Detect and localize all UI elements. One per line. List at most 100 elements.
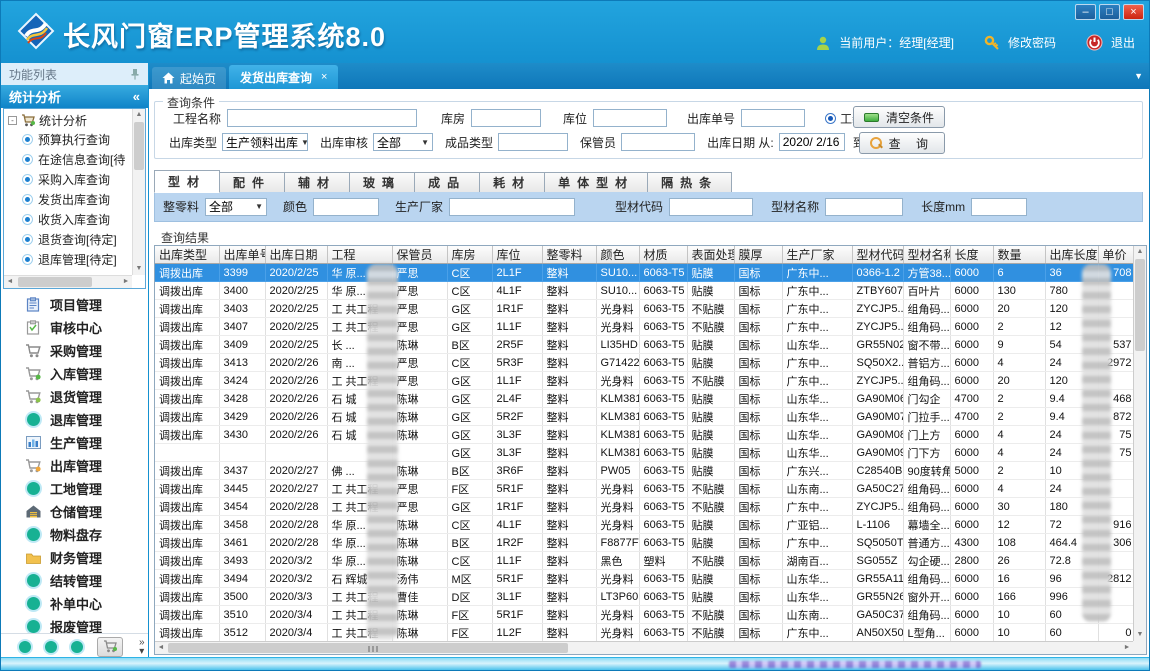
scroll-up-icon[interactable]: ▲ [133,109,145,121]
tab-home[interactable]: 起始页 [152,67,226,89]
column-header[interactable]: 整零料 [542,246,596,264]
collapse-icon[interactable]: « [133,89,140,104]
table-row[interactable]: 调拨出库34072020/2/25工 共工程严思G区1L1F整料光身料6063-… [155,318,1147,336]
column-header[interactable]: 材质 [639,246,687,264]
material-tab-6[interactable]: 耗材 [480,172,545,193]
tree-vertical-scrollbar[interactable]: ▲ ▼ [132,109,145,275]
sidebar-item-dot[interactable]: 补单中心 [1,592,148,615]
tree-root[interactable]: - 统计分析 [8,111,132,129]
sidebar-item-dot[interactable]: 物料盘存 [1,523,148,546]
table-row[interactable]: 调拨出库34542020/2/28工 共工程严思G区1R1F整料光身料6063-… [155,498,1147,516]
room-input[interactable] [471,109,541,127]
table-row[interactable]: 调拨出库34582020/2/28华 原...陈琳C区4L1F整料光身料6063… [155,516,1147,534]
column-header[interactable]: 保管员 [392,246,447,264]
sidebar-item-cart[interactable]: 采购管理 [1,339,148,362]
tree-horizontal-scrollbar[interactable]: ◄ ► [4,275,132,288]
table-row[interactable]: 调拨出库34612020/2/28华 原...陈琳B区1R2F整料F8877FT… [155,534,1147,552]
scroll-left-icon[interactable]: ◄ [155,642,167,654]
material-tab-7[interactable]: 单体型材 [545,172,648,193]
tree-item[interactable]: 发货出库查询 [8,189,132,209]
material-tab-8[interactable]: 隔热条 [648,172,732,193]
sidebar-item-folder[interactable]: 财务管理 [1,546,148,569]
table-row[interactable]: 调拨出库34292020/2/26石 城陈琳G区5R2F整料KLM3817606… [155,408,1147,426]
tab-overflow-icon[interactable]: ▼ [1134,71,1143,81]
outbound-no-input[interactable] [741,109,805,127]
table-row[interactable]: 调拨出库34932020/3/2华 原...陈琳C区1L1F整料黑色塑料不贴膜国… [155,552,1147,570]
menu-overflow-chevron[interactable]: »▾ [139,638,145,656]
sidebar-item-cart-in[interactable]: 入库管理 [1,362,148,385]
table-row[interactable]: 调拨出库34942020/3/2石 辉城汤伟M区5R1F整料光身料6063-T5… [155,570,1147,588]
scroll-thumb[interactable] [134,122,144,170]
table-row[interactable]: 调拨出库35002020/3/3工 共工程曹佳D区3L1F整料LT3P60606… [155,588,1147,606]
table-row[interactable]: 调拨出库34242020/2/26工 共工程严思G区1L1F整料光身料6063-… [155,372,1147,390]
sidebar-item-cart-out[interactable]: 出库管理 [1,454,148,477]
sidebar-item-house[interactable]: 仓储管理 [1,500,148,523]
scroll-thumb[interactable] [18,277,92,287]
scroll-down-icon[interactable]: ▼ [1134,629,1146,641]
tab-close-icon[interactable]: × [321,71,327,83]
clear-conditions-button[interactable]: 清空条件 [853,106,945,128]
tree-item[interactable]: 收货入库查询 [8,209,132,229]
profile-code-input[interactable] [669,198,753,216]
module-dot-icon[interactable] [45,641,57,653]
cart-tool-button[interactable] [97,637,123,657]
scroll-thumb[interactable] [1135,259,1145,351]
column-header[interactable]: 表面处理 [687,246,734,264]
column-header[interactable]: 出库类型 [155,246,219,264]
column-header[interactable]: 库房 [447,246,492,264]
tree-item[interactable]: 预算执行查询 [8,129,132,149]
material-tab-3[interactable]: 辅材 [285,172,350,193]
length-input[interactable] [971,198,1027,216]
whole-part-select[interactable]: 全部▼ [205,198,267,216]
date-from-picker[interactable]: 2020/ 2/16▼ [779,133,845,151]
table-row[interactable]: 调拨出库34092020/2/25长 ...陈琳B区2R5F整料LI35HD60… [155,336,1147,354]
table-vertical-scrollbar[interactable]: ▲ ▼ [1133,246,1146,641]
column-header[interactable]: 型材代码 [852,246,903,264]
tree-item[interactable]: 退货查询[待定] [8,229,132,249]
keeper-input[interactable] [621,133,695,151]
sidebar-item-clipboard2[interactable]: 审核中心 [1,316,148,339]
column-header[interactable]: 单价 [1098,246,1136,264]
table-row[interactable]: 调拨出库35102020/3/4工 共工程陈琳F区5R1F整料光身料6063-T… [155,606,1147,624]
column-header[interactable]: 出库单号 [219,246,265,264]
scroll-up-icon[interactable]: ▲ [1134,246,1146,258]
column-header[interactable]: 生产厂家 [782,246,852,264]
table-row[interactable]: 调拨出库34002020/2/25华 原...严思C区4L1F整料SU10...… [155,282,1147,300]
table-row[interactable]: 调拨出库34372020/2/27佛 ...陈琳B区3R6F整料PW056063… [155,462,1147,480]
material-tab-2[interactable]: 配件 [220,172,285,193]
table-row[interactable]: G区3L3F整料KLM38176063-T5贴膜国标山东华...GA90M09.… [155,444,1147,462]
table-row[interactable]: 调拨出库34302020/2/26石 城陈琳G区3L3F整料KLM3817606… [155,426,1147,444]
scroll-right-icon[interactable]: ► [1121,642,1133,654]
sidebar-item-chart[interactable]: 生产管理 [1,431,148,454]
column-header[interactable]: 颜色 [596,246,639,264]
table-row[interactable]: 调拨出库33992020/2/25华 原...严思C区2L1F整料SU10...… [155,264,1147,282]
search-button[interactable]: 查 询 [859,132,945,154]
color-input[interactable] [313,198,379,216]
tree-item[interactable]: 采购入库查询 [8,169,132,189]
table-row[interactable]: 调拨出库34452020/2/27工 共工程严思F区5R1F整料光身料6063-… [155,480,1147,498]
module-dot-icon[interactable] [71,641,83,653]
table-row[interactable]: 调拨出库34132020/2/26南 ...严思C区5R3F整料G7142260… [155,354,1147,372]
minimize-button[interactable]: – [1075,4,1096,20]
column-header[interactable]: 数量 [993,246,1045,264]
material-tab-5[interactable]: 成品 [415,172,480,193]
scroll-right-icon[interactable]: ► [120,276,132,288]
scroll-down-icon[interactable]: ▼ [133,263,145,275]
project-name-input[interactable] [227,109,417,127]
column-header[interactable]: 长度 [950,246,993,264]
column-header[interactable]: 出库长度 [1045,246,1098,264]
tree-item[interactable]: 在途信息查询[待 [8,149,132,169]
table-horizontal-scrollbar[interactable]: ◄ ► [155,641,1133,654]
column-header[interactable]: 库位 [492,246,542,264]
table-row[interactable]: 调拨出库34032020/2/25工 共工程严思G区1R1F整料光身料6063-… [155,300,1147,318]
logout-link[interactable]: 退出 [1111,34,1135,51]
scroll-left-icon[interactable]: ◄ [4,276,16,288]
tree-item[interactable]: 退库管理[待定] [8,249,132,269]
scroll-thumb[interactable] [168,643,568,653]
module-dot-icon[interactable] [19,641,31,653]
pin-icon[interactable] [130,68,140,80]
column-header[interactable]: 出库日期 [265,246,327,264]
location-input[interactable] [593,109,667,127]
sidebar-item-cart-back[interactable]: 退货管理 [1,385,148,408]
column-header[interactable]: 型材名称 [903,246,950,264]
